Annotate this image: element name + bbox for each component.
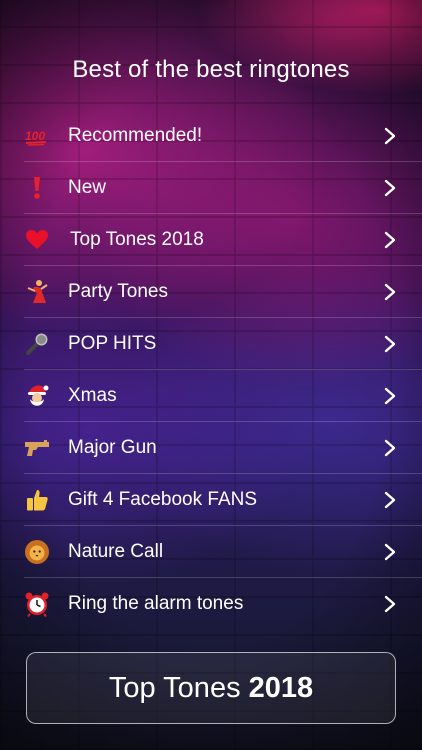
chevron-right-icon: [384, 595, 396, 612]
chevron-right-icon: [384, 387, 396, 404]
cta-text-bold: 2018: [248, 671, 314, 704]
page-title: Best of the best ringtones: [72, 56, 350, 83]
category-label: Ring the alarm tones: [68, 592, 244, 614]
cta-text-regular: Top Tones: [108, 671, 241, 704]
top-tones-button[interactable]: Top Tones 2018: [26, 652, 396, 724]
lion-icon: [24, 539, 50, 565]
category-label: Gift 4 Facebook FANS: [68, 488, 258, 510]
heart-icon: [24, 227, 50, 253]
category-item-top-tones[interactable]: Top Tones 2018: [24, 214, 422, 266]
category-item-xmas[interactable]: Xmas: [24, 370, 422, 422]
category-item-gift-facebook-fans[interactable]: Gift 4 Facebook FANS: [24, 474, 422, 526]
chevron-right-icon: [384, 543, 396, 560]
category-label: Party Tones: [68, 280, 168, 302]
dancer-icon: [24, 279, 50, 305]
category-label: POP HITS: [68, 332, 157, 354]
pistol-icon: [24, 435, 50, 461]
chevron-right-icon: [384, 439, 396, 456]
category-label: Xmas: [68, 384, 117, 406]
santa-icon: [24, 383, 50, 409]
category-label: Nature Call: [68, 540, 164, 562]
category-item-party-tones[interactable]: Party Tones: [24, 266, 422, 318]
category-item-nature-call[interactable]: Nature Call: [24, 526, 422, 578]
category-list: 100 Recommended! New Top Tones 2018 Part…: [24, 110, 422, 629]
category-label: Major Gun: [68, 436, 157, 458]
hundred-points-icon: 100: [24, 123, 50, 149]
category-item-major-gun[interactable]: Major Gun: [24, 422, 422, 474]
category-label: Recommended!: [68, 124, 203, 146]
chevron-right-icon: [384, 283, 396, 300]
category-item-ring-the-alarm[interactable]: Ring the alarm tones: [24, 578, 422, 629]
chevron-right-icon: [384, 491, 396, 508]
chevron-right-icon: [384, 231, 396, 248]
alarm-clock-icon: [24, 591, 50, 617]
category-label: New: [68, 176, 107, 198]
chevron-right-icon: [384, 127, 396, 144]
microphone-icon: [24, 331, 50, 357]
chevron-right-icon: [384, 179, 396, 196]
category-item-new[interactable]: New: [24, 162, 422, 214]
category-label: Top Tones 2018: [70, 228, 204, 250]
category-item-pop-hits[interactable]: POP HITS: [24, 318, 422, 370]
chevron-right-icon: [384, 335, 396, 352]
thumbs-up-icon: [24, 487, 50, 513]
category-item-recommended[interactable]: 100 Recommended!: [24, 110, 422, 162]
svg-text:100: 100: [25, 129, 45, 143]
exclamation-icon: [24, 175, 50, 201]
